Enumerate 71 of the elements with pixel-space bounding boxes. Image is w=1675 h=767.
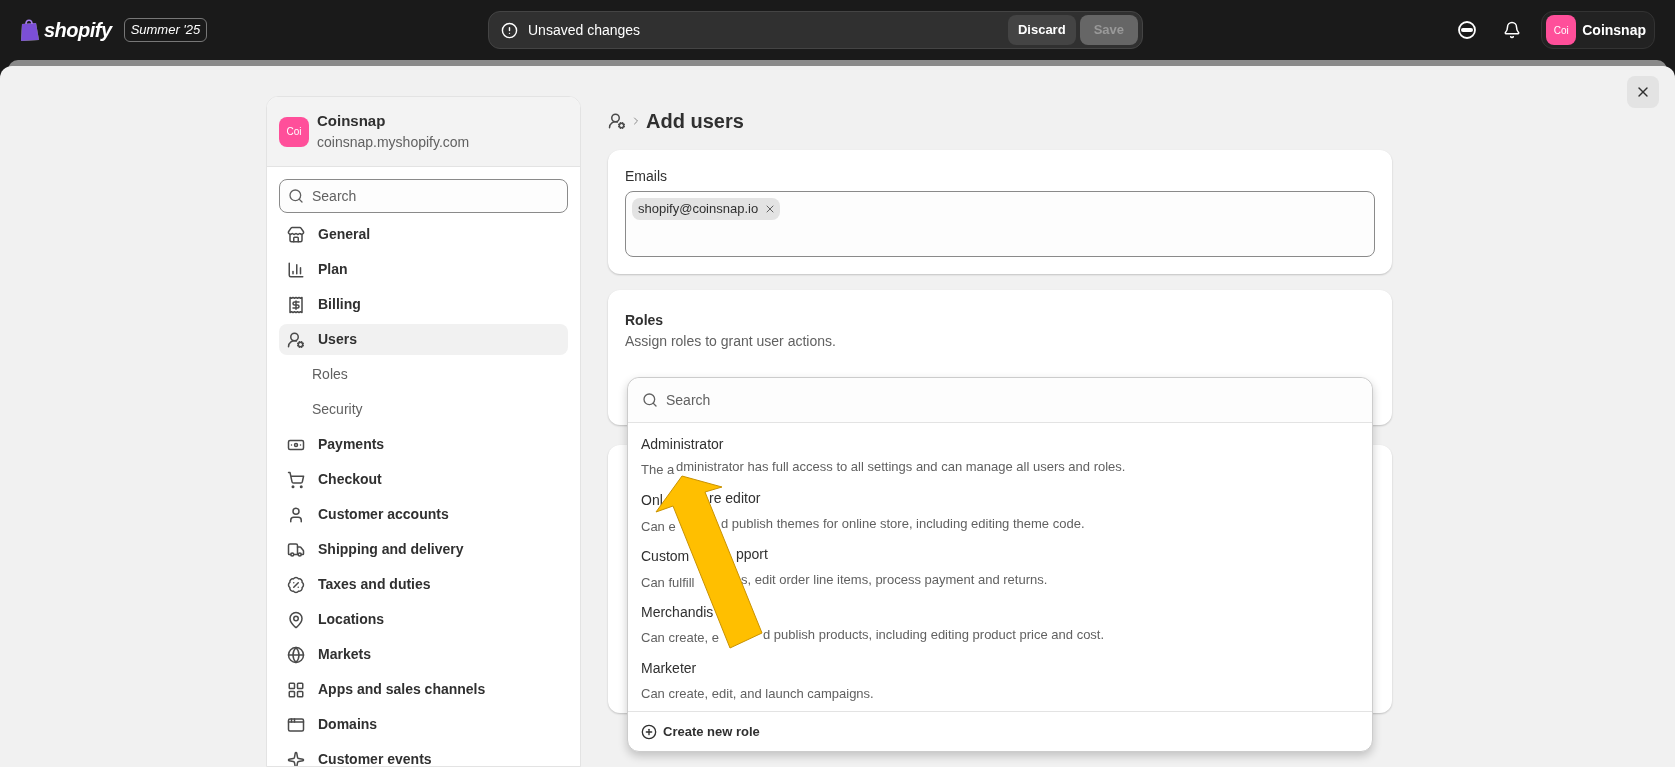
bar-chart-icon bbox=[287, 260, 305, 279]
role-name: Merchandis bbox=[641, 602, 715, 622]
role-name: Onl bbox=[641, 492, 663, 508]
notification-icon[interactable] bbox=[1503, 21, 1522, 39]
cart-icon bbox=[287, 470, 305, 489]
role-description: Can create, e bbox=[641, 629, 720, 645]
plus-icon bbox=[641, 723, 657, 740]
sidebar-item[interactable]: General bbox=[279, 219, 568, 250]
logo-text: shopify bbox=[44, 18, 112, 43]
window-icon bbox=[287, 715, 305, 734]
sidebar-item[interactable]: Markets bbox=[279, 639, 568, 670]
person-icon bbox=[287, 505, 305, 524]
role-description: dministrator has full access to all settings and can manage all users and roles. bbox=[676, 457, 1126, 476]
alert-icon bbox=[501, 21, 518, 39]
search-field[interactable]: Search bbox=[279, 179, 568, 213]
edition-label: Summer '25 bbox=[123, 18, 208, 42]
notice-text: Unsaved changes bbox=[528, 20, 641, 40]
sidebar-item[interactable]: Users bbox=[279, 324, 568, 355]
sidebar-item[interactable]: Apps and sales channels bbox=[279, 674, 568, 705]
sidebar-item[interactable]: Customer events bbox=[279, 744, 568, 766]
store-menu[interactable]: Coi Coinsnap bbox=[1541, 11, 1655, 49]
sidebar-item[interactable]: Plan bbox=[279, 254, 568, 285]
user-icon bbox=[287, 330, 305, 349]
sidebar-subitem[interactable]: Roles bbox=[279, 359, 568, 390]
email-tag: shopify@coinsnap.io bbox=[632, 198, 781, 220]
sidebar-subitem[interactable]: Security bbox=[279, 394, 568, 425]
sidebar-item[interactable]: Checkout bbox=[279, 464, 568, 495]
sidebar-item[interactable]: Shipping and delivery bbox=[279, 534, 568, 565]
role-name: re editor bbox=[709, 489, 761, 508]
store-avatar: Coi bbox=[1546, 15, 1577, 45]
roles-description: Assign roles to grant user actions. bbox=[625, 332, 837, 351]
role-name: Marketer bbox=[641, 658, 698, 678]
user-icon bbox=[608, 112, 626, 130]
role-description: d publish themes for online store, including editing theme code. bbox=[721, 515, 1085, 533]
create-role-button[interactable]: Create new role bbox=[641, 721, 760, 742]
shopping-bag-icon bbox=[20, 18, 40, 42]
sidebar-item[interactable]: Billing bbox=[279, 289, 568, 320]
emails-label: Emails bbox=[625, 167, 668, 186]
role-description: Can fulfill bbox=[641, 575, 695, 590]
role-name: Custom bbox=[641, 548, 690, 564]
sidebar-item[interactable]: Taxes and duties bbox=[279, 569, 568, 600]
emails-field[interactable]: shopify@coinsnap.io bbox=[625, 191, 1375, 257]
sidebar-item[interactable]: Customer accounts bbox=[279, 499, 568, 530]
role-description: Can e bbox=[641, 519, 676, 534]
sidebar-item[interactable]: Payments bbox=[279, 429, 568, 460]
globe-icon bbox=[287, 645, 305, 664]
role-description: d publish products, including editing product price and cost. bbox=[763, 625, 1105, 644]
percent-badge-icon bbox=[287, 575, 305, 594]
store-name: Coinsnap bbox=[1582, 20, 1646, 40]
store-name: Coinsnap bbox=[317, 110, 387, 131]
roles-title: Roles bbox=[625, 311, 665, 330]
grid-icon bbox=[287, 680, 305, 699]
map-pin-icon bbox=[287, 610, 305, 629]
role-description: The a bbox=[641, 461, 675, 477]
truck-icon bbox=[287, 540, 305, 559]
store-avatar: Coi bbox=[279, 116, 309, 147]
close-button[interactable] bbox=[1627, 76, 1659, 108]
search-icon bbox=[642, 392, 658, 408]
receipt-icon bbox=[287, 295, 305, 314]
store-domain: coinsnap.myshopify.com bbox=[317, 133, 470, 153]
role-description: s, edit order line items, process payment and returns. bbox=[741, 571, 1048, 589]
search-icon bbox=[288, 188, 304, 204]
store-icon bbox=[287, 225, 305, 244]
page-title: Add users bbox=[646, 109, 744, 134]
sparkle-icon bbox=[287, 750, 305, 766]
sidebar-item[interactable]: Locations bbox=[279, 604, 568, 635]
sidebar-item[interactable]: Domains bbox=[279, 709, 568, 740]
role-name: Administrator bbox=[641, 434, 725, 454]
discard-button[interactable]: Discard bbox=[1007, 15, 1076, 45]
role-name: pport bbox=[736, 545, 768, 564]
role-description: Can create, edit, and launch campaigns. bbox=[641, 685, 874, 701]
